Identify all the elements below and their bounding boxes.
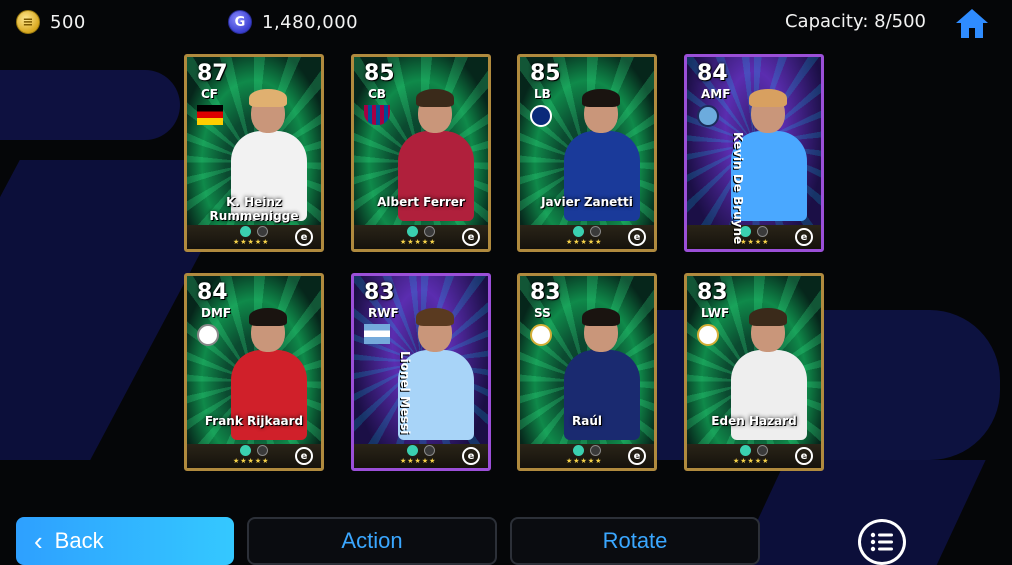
bg-shape [0, 70, 180, 140]
player-name: K. Heinz Rummenigge [209, 195, 299, 223]
player-rating: 84 [697, 61, 728, 86]
player-name: Kevin De Bruyne [731, 132, 745, 245]
player-position: DMF [201, 306, 232, 320]
star-rating: ★★★★★ [733, 457, 770, 465]
e-coin-icon: ≡ [16, 10, 40, 34]
star-rating: ★★★★★ [400, 238, 437, 246]
ajax-crest-icon [197, 324, 219, 346]
star-rating: ★★★★★ [233, 457, 270, 465]
skill-icon [407, 226, 418, 237]
top-bar: ≡ 500 G 1,480,000 Capacity: 8/500 [0, 0, 1012, 44]
player-name: Javier Zanetti [541, 195, 633, 209]
skill-icon [573, 226, 584, 237]
player-position: AMF [701, 87, 731, 101]
player-position: RWF [368, 306, 399, 320]
ecoin-value: 500 [50, 11, 86, 33]
efootball-logo-icon: e [795, 447, 813, 465]
skill-icon [590, 226, 601, 237]
skill-icon [573, 445, 584, 456]
player-name: Raúl [572, 414, 602, 428]
efootball-logo-icon: e [295, 447, 313, 465]
skill-icon [240, 445, 251, 456]
skill-icon [257, 445, 268, 456]
player-rating: 83 [697, 280, 728, 305]
city-crest-icon [697, 105, 719, 127]
skill-icon [757, 445, 768, 456]
star-rating: ★★★★★ [233, 238, 270, 246]
back-label: Back [54, 528, 104, 553]
efootball-logo-icon: e [795, 228, 813, 246]
player-position: SS [534, 306, 551, 320]
madrid-crest-icon [530, 324, 552, 346]
action-button[interactable]: Action [247, 517, 497, 565]
skill-icon [424, 226, 435, 237]
player-name: Albert Ferrer [377, 195, 465, 209]
player-rating: 85 [364, 61, 395, 86]
skill-icon [590, 445, 601, 456]
chevron-left-icon: ‹ [34, 525, 43, 556]
efootball-logo-icon: e [295, 228, 313, 246]
madrid-crest-icon [697, 324, 719, 346]
player-name: Eden Hazard [711, 414, 797, 428]
player-card[interactable]: 83 RWF Lionel Messi ★★★★★ e [351, 273, 491, 471]
player-rating: 83 [364, 280, 395, 305]
home-icon[interactable] [954, 6, 990, 40]
player-rating: 84 [197, 280, 228, 305]
inter-crest-icon [530, 105, 552, 127]
rotate-label: Rotate [602, 528, 668, 553]
efootball-logo-icon: e [462, 228, 480, 246]
player-position: CB [368, 87, 386, 101]
efootball-logo-icon: e [628, 447, 646, 465]
gp-value: 1,480,000 [262, 11, 359, 33]
gp-coin-icon: G [228, 10, 252, 34]
skill-icon [257, 226, 268, 237]
player-card[interactable]: 84 AMF Kevin De Bruyne ★★★★★ e [684, 54, 824, 252]
action-label: Action [341, 528, 403, 553]
player-card[interactable]: 85 CB Albert Ferrer ★★★★★ e [351, 54, 491, 252]
player-position: LB [534, 87, 551, 101]
player-position: LWF [701, 306, 730, 320]
efootball-logo-icon: e [628, 228, 646, 246]
star-rating: ★★★★★ [566, 238, 603, 246]
player-card[interactable]: 83 LWF Eden Hazard ★★★★★ e [684, 273, 824, 471]
argentina-flag-icon [364, 324, 390, 344]
capacity-label: Capacity: 8/500 [784, 11, 926, 32]
skill-icon [424, 445, 435, 456]
player-name: Lionel Messi [398, 351, 412, 435]
player-rating: 85 [530, 61, 561, 86]
back-button[interactable]: ‹ Back [16, 517, 234, 565]
rotate-button[interactable]: Rotate [510, 517, 760, 565]
ecoin-balance: ≡ 500 [16, 10, 86, 34]
germany-flag-icon [197, 105, 223, 125]
skill-icon [740, 445, 751, 456]
skill-icon [757, 226, 768, 237]
player-card[interactable]: 87 CF K. Heinz Rummenigge ★★★★★ e [184, 54, 324, 252]
player-card[interactable]: 85 LB Javier Zanetti ★★★★★ e [517, 54, 657, 252]
player-card[interactable]: 84 DMF Frank Rijkaard ★★★★★ e [184, 273, 324, 471]
skill-icon [240, 226, 251, 237]
player-name: Frank Rijkaard [204, 414, 304, 428]
gp-balance: G 1,480,000 [228, 10, 358, 34]
player-rating: 83 [530, 280, 561, 305]
player-card[interactable]: 83 SS Raúl ★★★★★ e [517, 273, 657, 471]
star-rating: ★★★★★ [566, 457, 603, 465]
list-menu-icon[interactable] [858, 519, 906, 565]
player-card-grid: 87 CF K. Heinz Rummenigge ★★★★★ e 85 CB … [184, 54, 824, 472]
player-rating: 87 [197, 61, 228, 86]
efootball-logo-icon: e [462, 447, 480, 465]
player-position: CF [201, 87, 219, 101]
